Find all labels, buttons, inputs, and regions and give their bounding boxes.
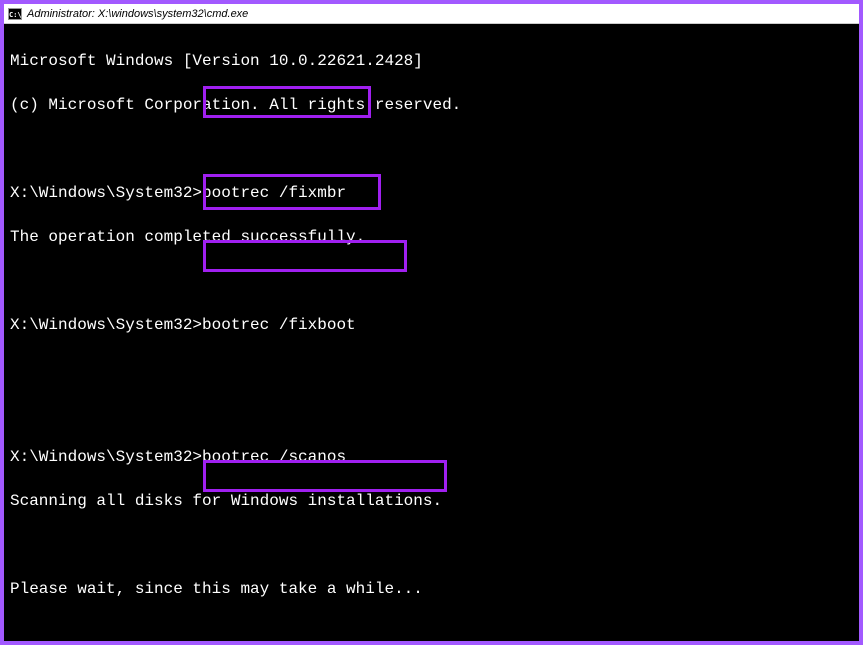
- command-fixboot: bootrec /fixboot: [202, 316, 356, 334]
- output-line: [10, 270, 853, 292]
- prompt-line: X:\Windows\System32>bootrec /fixboot: [10, 314, 853, 336]
- output-line: [10, 402, 853, 424]
- cmd-window: C:\. Administrator: X:\windows\system32\…: [0, 0, 863, 645]
- cmd-icon: C:\.: [8, 8, 22, 20]
- output-line: Scanning all disks for Windows installat…: [10, 490, 853, 512]
- output-line: [10, 358, 853, 380]
- prompt-line: X:\Windows\System32>bootrec /fixmbr: [10, 182, 853, 204]
- command-scanos: bootrec /scanos: [202, 448, 346, 466]
- output-line: Please wait, since this may take a while…: [10, 578, 853, 600]
- terminal-output[interactable]: Microsoft Windows [Version 10.0.22621.24…: [4, 24, 859, 641]
- output-line: [10, 534, 853, 556]
- output-line: [10, 622, 853, 641]
- window-title: Administrator: X:\windows\system32\cmd.e…: [27, 8, 248, 20]
- prompt: X:\Windows\System32>: [10, 184, 202, 202]
- command-fixmbr: bootrec /fixmbr: [202, 184, 346, 202]
- output-line: Microsoft Windows [Version 10.0.22621.24…: [10, 50, 853, 72]
- output-line: [10, 138, 853, 160]
- prompt-line: X:\Windows\System32>bootrec /scanos: [10, 446, 853, 468]
- prompt: X:\Windows\System32>: [10, 448, 202, 466]
- prompt: X:\Windows\System32>: [10, 316, 202, 334]
- output-line: The operation completed successfully.: [10, 226, 853, 248]
- titlebar[interactable]: C:\. Administrator: X:\windows\system32\…: [4, 4, 859, 24]
- output-line: (c) Microsoft Corporation. All rights re…: [10, 94, 853, 116]
